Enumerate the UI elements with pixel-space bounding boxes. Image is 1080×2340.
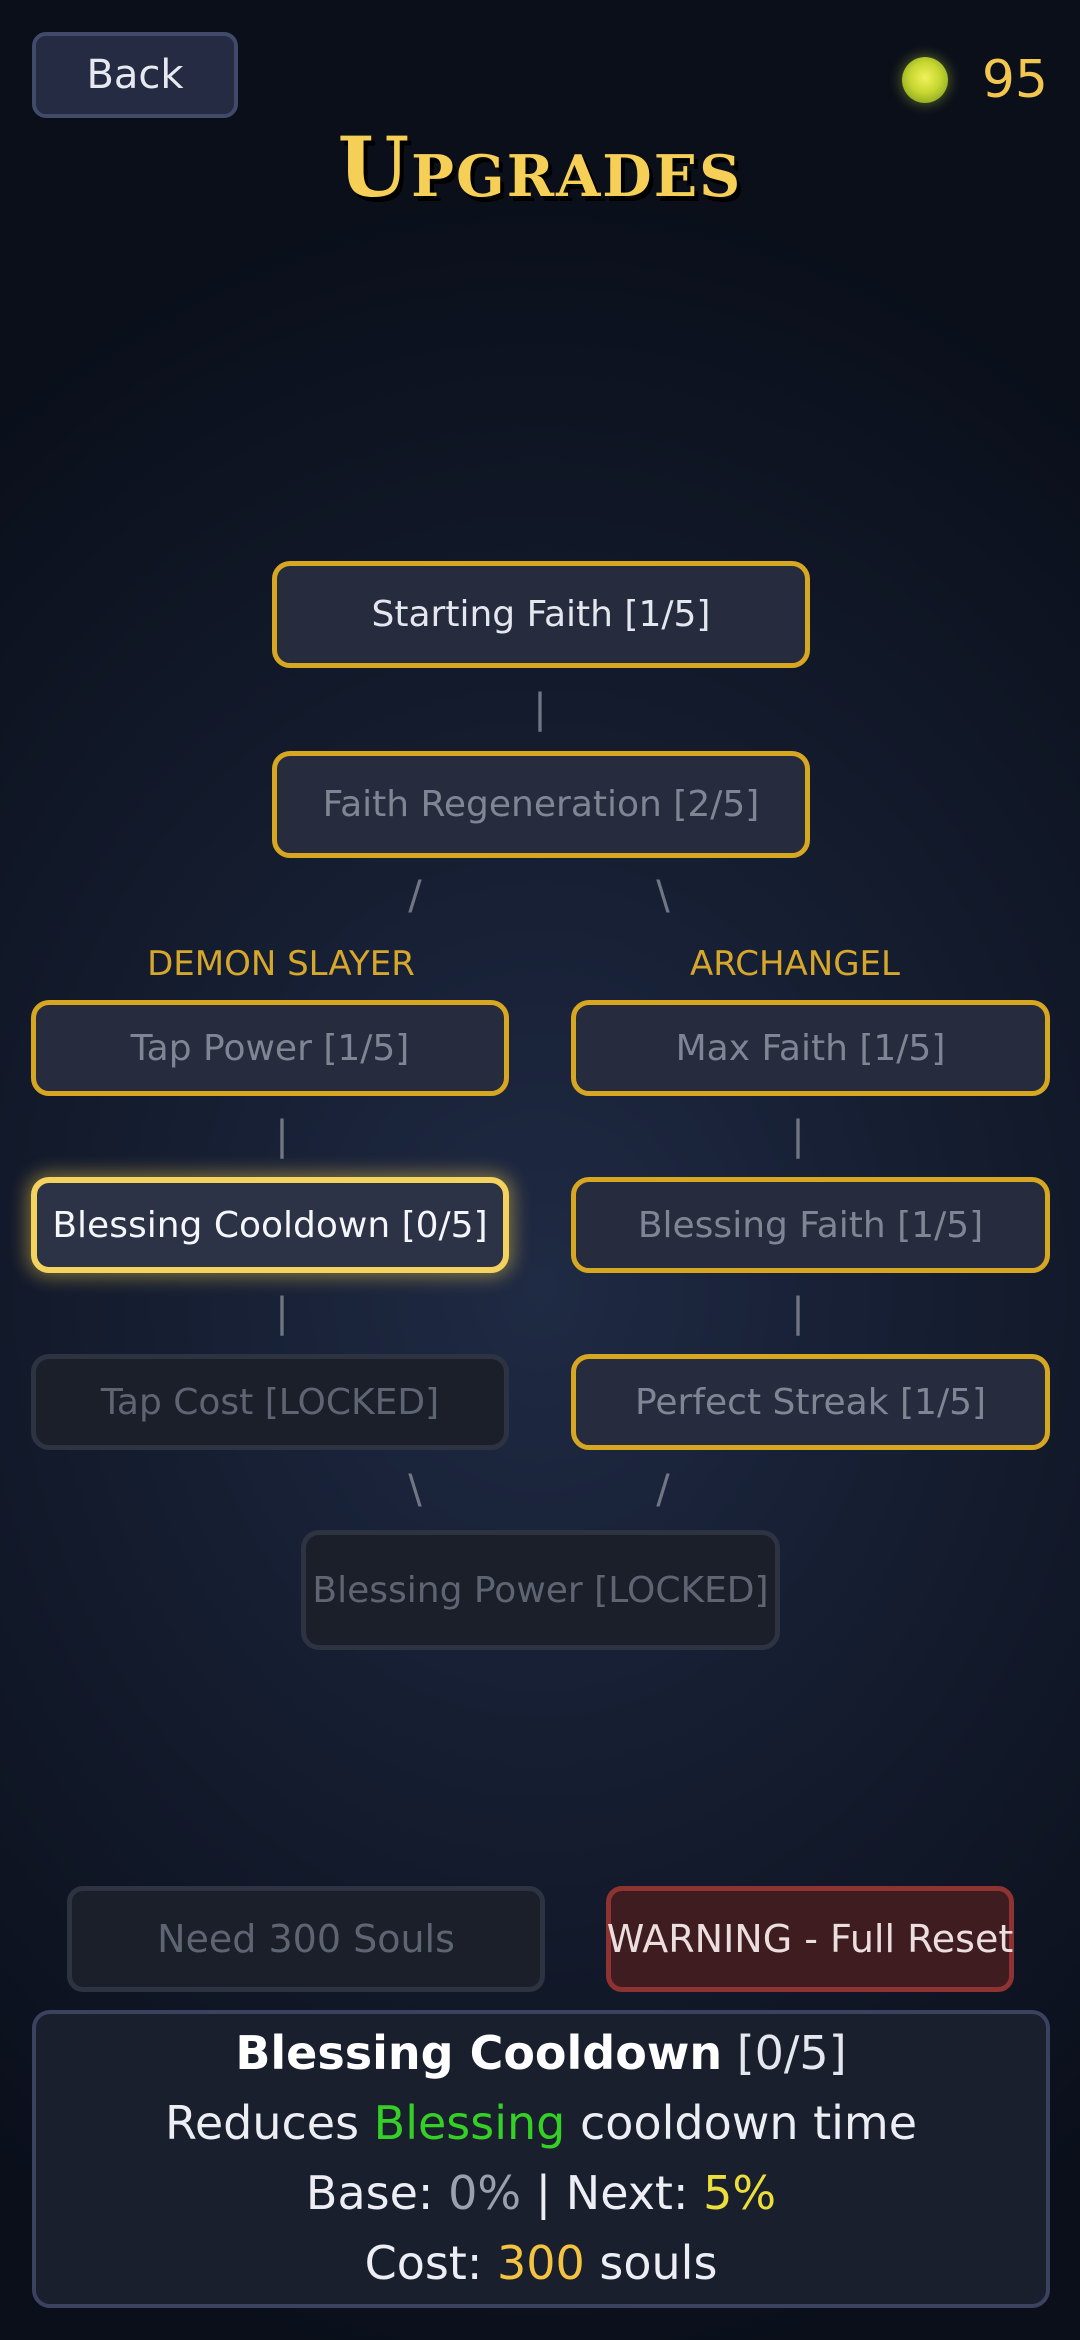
info-desc-prefix: Reduces [164, 2096, 360, 2150]
info-base-value: 0% [448, 2166, 522, 2220]
info-cost-value: 300 [496, 2236, 585, 2290]
info-description: Reduces Blessing cooldown time [36, 2088, 1046, 2158]
tree-connector: | [533, 686, 547, 732]
info-cost-unit: souls [599, 2236, 718, 2290]
branch-label-archangel: ARCHANGEL [690, 944, 900, 984]
tree-connector: / [656, 1467, 670, 1513]
back-button[interactable]: Back [32, 32, 238, 118]
tree-connector: | [791, 1113, 805, 1159]
info-upgrade-name: Blessing Cooldown [235, 2026, 723, 2080]
info-title: Blessing Cooldown [0/5] [36, 2018, 1046, 2088]
info-desc-suffix: cooldown time [580, 2096, 918, 2150]
info-stats: Base: 0% | Next: 5% [36, 2158, 1046, 2228]
upgrade-info-panel: Blessing Cooldown [0/5] Reduces Blessing… [32, 2010, 1050, 2308]
upgrade-node-tap-power[interactable]: Tap Power [1/5] [31, 1000, 509, 1096]
upgrade-node-blessing-power[interactable]: Blessing Power [LOCKED] [301, 1530, 780, 1650]
info-next-label: Next: [565, 2166, 689, 2220]
page-title: Upgrades [337, 120, 743, 216]
purchase-button[interactable]: Need 300 Souls [67, 1886, 545, 1992]
full-reset-button[interactable]: WARNING - Full Reset [606, 1886, 1014, 1992]
tree-connector: | [275, 1290, 289, 1336]
tree-connector: | [791, 1290, 805, 1336]
currency-display: 95 [901, 40, 1048, 120]
currency-value: 95 [981, 50, 1048, 110]
tree-connector: | [275, 1113, 289, 1159]
tree-connector: \ [656, 873, 670, 919]
info-next-value: 5% [703, 2166, 777, 2220]
soul-orb-icon [901, 57, 948, 103]
upgrade-node-faith-regeneration[interactable]: Faith Regeneration [2/5] [272, 751, 810, 858]
info-base-label: Base: [305, 2166, 434, 2220]
info-cost-label: Cost: [364, 2236, 483, 2290]
tree-connector: / [408, 873, 422, 919]
branch-label-demon-slayer: DEMON SLAYER [147, 944, 415, 984]
upgrade-node-blessing-faith[interactable]: Blessing Faith [1/5] [571, 1177, 1050, 1273]
upgrade-node-blessing-cooldown[interactable]: Blessing Cooldown [0/5] [31, 1177, 509, 1273]
tree-connector: \ [408, 1467, 422, 1513]
upgrade-node-max-faith[interactable]: Max Faith [1/5] [571, 1000, 1050, 1096]
info-cost: Cost: 300 souls [36, 2228, 1046, 2298]
info-desc-highlight: Blessing [373, 2096, 566, 2150]
upgrade-node-perfect-streak[interactable]: Perfect Streak [1/5] [571, 1354, 1050, 1450]
upgrade-node-starting-faith[interactable]: Starting Faith [1/5] [272, 561, 810, 668]
info-upgrade-level: [0/5] [736, 2026, 847, 2080]
info-separator: | [535, 2166, 552, 2220]
upgrade-node-tap-cost[interactable]: Tap Cost [LOCKED] [31, 1354, 509, 1450]
